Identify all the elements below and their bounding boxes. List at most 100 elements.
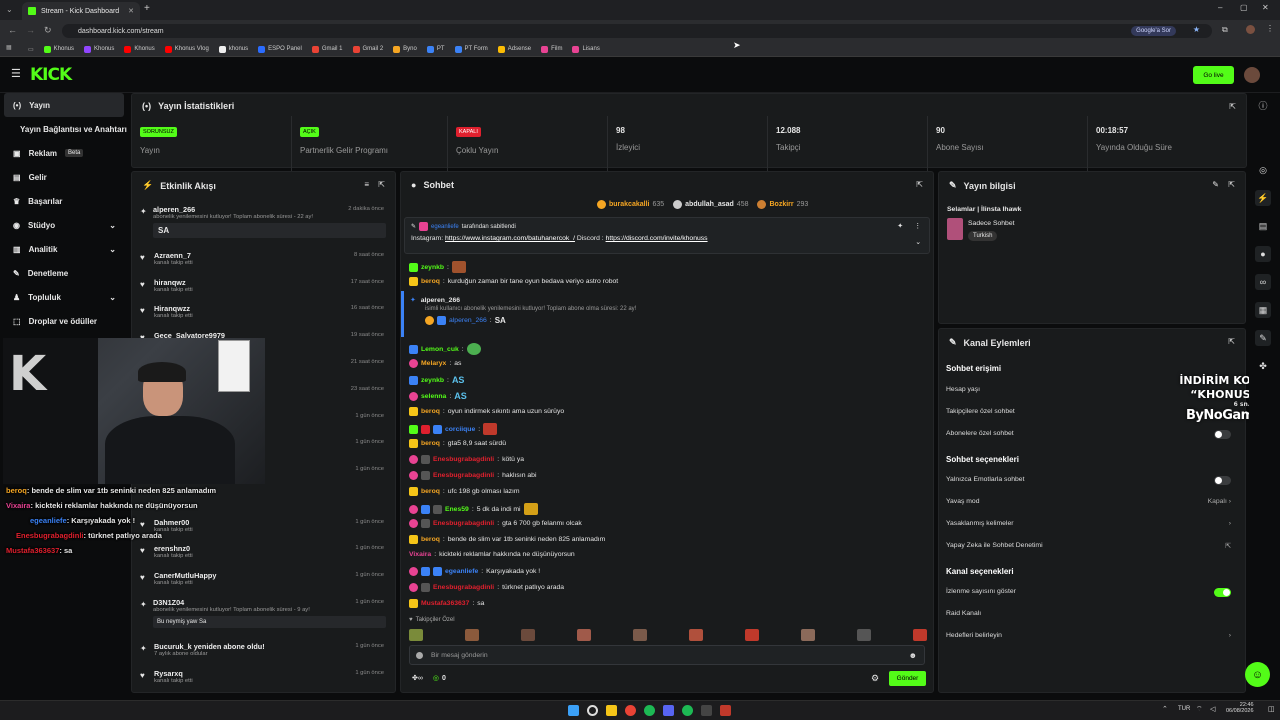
url-input[interactable]: dashboard.kick.com/stream Google'a Sor ★ <box>62 24 1212 38</box>
emote-icon[interactable] <box>465 629 479 641</box>
bookmark-item[interactable]: Byno <box>393 45 417 53</box>
more-options-icon[interactable]: ⋮ <box>914 222 921 230</box>
forward-icon[interactable]: → <box>26 25 35 35</box>
apps-icon[interactable]: ▦ <box>6 44 12 51</box>
bookmark-item[interactable]: Adsense <box>497 45 531 53</box>
maximize-icon[interactable]: ▢ <box>1240 3 1248 12</box>
settings-icon[interactable]: ⚙ <box>871 673 879 684</box>
emote-icon[interactable] <box>857 629 871 641</box>
sidebar-item-basarilar[interactable]: ♛ Başarılar <box>0 189 128 213</box>
network-icon[interactable]: ⌔ <box>1196 705 1203 714</box>
close-tab-icon[interactable]: ✕ <box>128 7 134 15</box>
send-button[interactable]: Gönder <box>889 671 926 686</box>
folder-icon[interactable]: ▭ <box>28 46 34 53</box>
bookmark-item[interactable]: PT <box>426 45 445 53</box>
show-viewers-row[interactable]: İzlenme sayısını göster <box>946 588 1241 597</box>
close-window-icon[interactable]: ✕ <box>1262 3 1269 12</box>
search-icon[interactable] <box>587 705 598 716</box>
emote-icon[interactable] <box>745 629 759 641</box>
bookmark-star-icon[interactable]: ★ <box>1193 25 1200 34</box>
menu-icon[interactable]: ☰ <box>11 67 21 80</box>
bookmark-item[interactable]: PT Form <box>454 45 488 53</box>
bookmark-item[interactable]: Gmail 2 <box>352 45 383 53</box>
sidebar-item-yayin[interactable]: (•) Yayın <box>4 93 124 117</box>
chat-bubble-icon[interactable]: ● <box>1255 246 1271 262</box>
info-icon[interactable]: ⓘ <box>1255 97 1271 113</box>
gifter-item[interactable]: abdullah_asad 458 <box>673 200 748 209</box>
emote-icon[interactable] <box>577 629 591 641</box>
browser-menu-icon[interactable]: ⋮ <box>1266 24 1274 33</box>
predictions-icon[interactable]: ✤∞ <box>412 674 423 682</box>
instagram-link[interactable]: https://www.instagram.com/batuhanercok_/ <box>445 235 575 242</box>
chat-identity-icon[interactable] <box>416 651 423 659</box>
goals-row[interactable]: Hedefleri belirleyin › <box>946 632 1241 639</box>
google-ask-chip[interactable]: Google'a Sor <box>1131 26 1176 36</box>
wrench-icon[interactable]: ✎ <box>1255 330 1271 346</box>
edit-icon[interactable]: ✎ <box>1212 180 1219 189</box>
emote-icon[interactable] <box>409 629 423 641</box>
sidebar-item-topluluk[interactable]: ♟ Topluluk ⌄ <box>0 285 128 309</box>
go-live-button[interactable]: Go live <box>1193 66 1234 84</box>
bookmark-item[interactable]: Lisans <box>572 45 600 53</box>
tray-arrow-icon[interactable]: ⌃ <box>1162 705 1168 713</box>
windows-start-icon[interactable] <box>568 705 579 716</box>
gifter-item[interactable]: Bozkirr 293 <box>757 200 808 209</box>
emote-icon[interactable] <box>689 629 703 641</box>
raid-row[interactable]: Raid Kanalı <box>946 610 1241 617</box>
emote-icon[interactable] <box>913 629 927 641</box>
file-explorer-icon[interactable] <box>606 705 617 716</box>
unpin-icon[interactable]: ✦ <box>897 222 903 230</box>
spotify-icon[interactable] <box>682 705 693 716</box>
emote-icon[interactable] <box>521 629 535 641</box>
ai-moderation-row[interactable]: Yapay Zeka ile Sohbet Denetimi ⇱ <box>946 542 1241 550</box>
bookmark-item[interactable]: Khonus <box>84 45 114 53</box>
slow-mode-row[interactable]: Yavaş mod Kapalı › <box>946 498 1241 505</box>
link-icon[interactable]: ∞ <box>1255 274 1271 290</box>
category-name[interactable]: Sadece Sohbet <box>968 220 1014 227</box>
bookmark-item[interactable]: Khonus Vlog <box>164 45 209 53</box>
popout-icon[interactable]: ⇱ <box>1228 337 1235 346</box>
channel-points[interactable]: ◎ 0 <box>433 674 446 683</box>
emote-icon[interactable] <box>801 629 815 641</box>
grid-icon[interactable]: ▦ <box>1255 302 1271 318</box>
add-widget-icon[interactable]: ✤ <box>1255 358 1271 374</box>
bolt-icon[interactable]: ⚡ <box>1255 190 1271 206</box>
sidebar-item-stream-key[interactable]: Yayın Bağlantısı ve Anahtarı <box>0 117 128 141</box>
gifter-item[interactable]: burakcakalli 635 <box>597 200 664 209</box>
extensions-icon[interactable]: ⧉ <box>1222 25 1228 35</box>
notification-icon[interactable]: ◫ <box>1268 705 1275 713</box>
emoji-icon[interactable]: ☻ <box>909 651 917 660</box>
kick-logo[interactable]: KICK <box>30 65 72 85</box>
language-indicator[interactable]: TUR <box>1178 706 1190 712</box>
emote-icon[interactable] <box>633 629 647 641</box>
chevron-down-icon[interactable]: ⌄ <box>915 238 921 246</box>
bookmark-item[interactable]: Film <box>541 45 562 53</box>
bookmark-item[interactable]: ESPO Panel <box>258 45 302 53</box>
app-icon[interactable] <box>701 705 712 716</box>
bookmark-item[interactable]: Gmail 1 <box>311 45 343 53</box>
sidebar-item-studyo[interactable]: ◉ Stüdyo ⌄ <box>0 213 128 237</box>
popout-icon[interactable]: ⇱ <box>1228 180 1235 189</box>
user-avatar[interactable] <box>1244 67 1260 83</box>
emotes-only-toggle[interactable] <box>1214 476 1231 485</box>
chat-input[interactable]: Bir mesaj gönderin ☻ <box>409 645 925 665</box>
filter-icon[interactable]: ≡ <box>364 180 369 189</box>
minimize-icon[interactable]: – <box>1218 3 1222 12</box>
sidebar-item-reklam[interactable]: ▣ Reklam Beta <box>0 141 128 165</box>
popout-icon[interactable]: ⇱ <box>378 180 385 189</box>
bookmark-item[interactable]: Khonus <box>43 45 74 53</box>
sidebar-item-droplar[interactable]: ⬚ Droplar ve ödüller <box>0 309 128 333</box>
browser-tab[interactable]: Stream - Kick Dashboard ✕ <box>22 2 140 20</box>
tab-menu-icon[interactable]: ⌄ <box>6 5 13 14</box>
camera-icon[interactable]: ◎ <box>1255 162 1271 178</box>
discord-link[interactable]: https://discord.com/invite/khonuss <box>606 235 708 242</box>
new-tab-icon[interactable]: + <box>144 3 150 14</box>
clock[interactable]: 22:46 06/08/2026 <box>1226 702 1254 714</box>
discord-icon[interactable] <box>663 705 674 716</box>
banned-words-row[interactable]: Yasaklanmış kelimeler › <box>946 520 1241 527</box>
sidebar-item-analitik[interactable]: ▥ Analitik ⌄ <box>0 237 128 261</box>
sidebar-item-denetleme[interactable]: ✎ Denetleme <box>0 261 128 285</box>
show-viewers-toggle[interactable] <box>1214 588 1231 597</box>
help-chat-button[interactable]: ☺ <box>1245 662 1270 687</box>
bookmark-item[interactable]: Khonus <box>124 45 155 53</box>
